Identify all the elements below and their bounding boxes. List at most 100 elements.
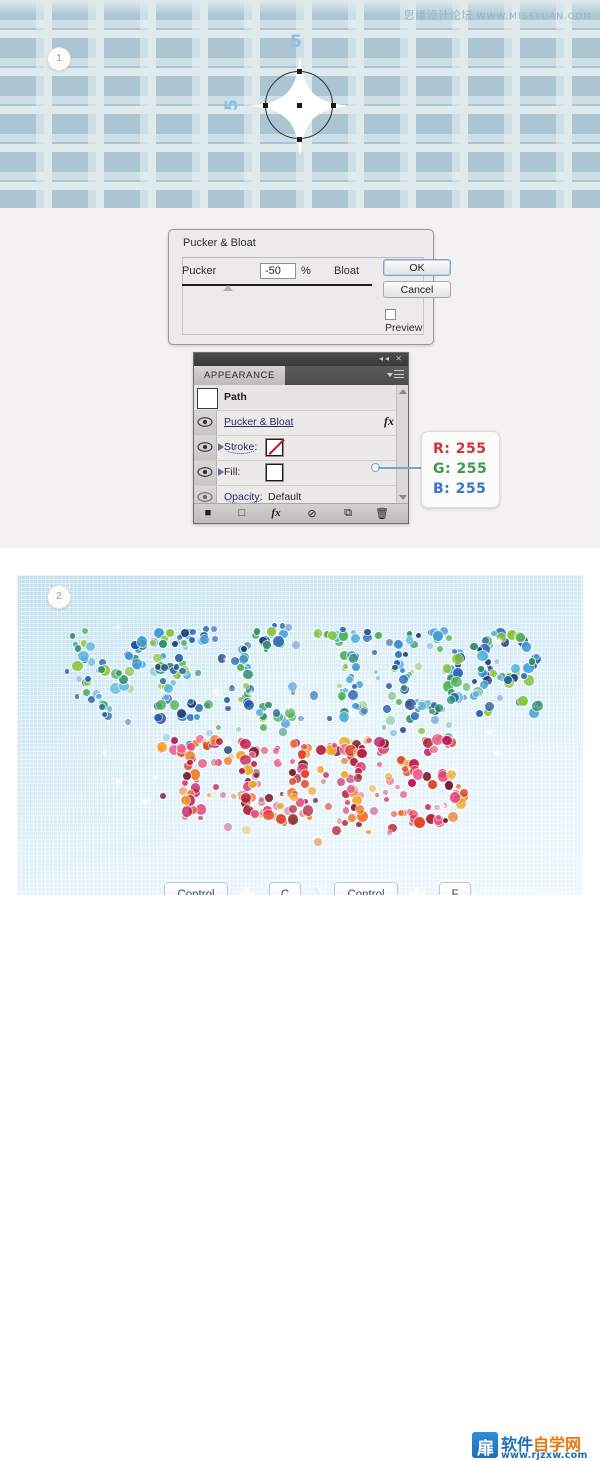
pucker-value-input[interactable]: -50 xyxy=(260,263,296,279)
anchor-point-center[interactable] xyxy=(297,103,302,108)
art-dot xyxy=(85,676,91,682)
visibility-eye-icon[interactable] xyxy=(194,411,217,435)
preview-checkbox-row[interactable]: Preview xyxy=(385,309,433,334)
art-dot xyxy=(239,655,248,664)
new-art-has-basic-appearance-icon[interactable]: ■ xyxy=(200,507,216,519)
anchor-point-top[interactable] xyxy=(297,69,302,74)
panel-scrollbar[interactable] xyxy=(396,385,408,504)
art-dot xyxy=(447,696,455,704)
tab-appearance[interactable]: APPEARANCE xyxy=(194,366,285,385)
add-new-effect-icon[interactable]: fx xyxy=(268,507,284,519)
cancel-button[interactable]: Cancel xyxy=(383,281,451,298)
art-dot-scatter xyxy=(388,692,396,700)
scroll-down-icon[interactable] xyxy=(399,495,407,500)
art-dot xyxy=(339,631,348,640)
art-dot xyxy=(164,695,169,700)
key-control-1[interactable]: Control xyxy=(164,882,228,895)
art-dot-scatter xyxy=(370,807,378,815)
art-dot-scatter xyxy=(415,663,422,670)
art-dot xyxy=(96,694,102,700)
key-control-2[interactable]: Control xyxy=(334,882,398,895)
art-dot-scatter xyxy=(203,626,209,632)
art-dot xyxy=(433,631,443,641)
art-dot-scatter xyxy=(224,697,230,703)
sparkle-icon: ✦ xyxy=(246,687,257,700)
art-dot xyxy=(263,641,271,649)
sparkle-icon: ✦ xyxy=(252,801,258,808)
appearance-row-label[interactable]: Pucker & Bloat xyxy=(224,416,293,428)
appearance-row-label[interactable]: Stroke: xyxy=(224,441,257,454)
art-dot xyxy=(356,805,365,814)
sparkle-icon: ✦ xyxy=(279,705,287,714)
key-f[interactable]: F xyxy=(439,882,471,895)
sparkle-icon: ✦ xyxy=(451,732,459,741)
art-dot-scatter xyxy=(377,762,382,767)
slider-thumb[interactable] xyxy=(223,285,233,291)
scroll-up-icon[interactable] xyxy=(399,389,407,394)
art-dot xyxy=(288,814,299,825)
appearance-row-label[interactable]: Fill: xyxy=(224,466,240,478)
panel-menu-icon[interactable] xyxy=(392,370,404,381)
art-dot-scatter xyxy=(75,694,80,699)
anchor-point-right[interactable] xyxy=(331,103,336,108)
art-dot xyxy=(375,632,382,639)
art-dot xyxy=(364,629,371,636)
art-dot xyxy=(181,640,187,646)
clear-appearance-icon[interactable]: ⊘ xyxy=(304,507,320,520)
appearance-row-pucker-bloat[interactable]: Pucker & Bloat fx xyxy=(194,411,408,436)
rgb-red-value: R: 255 xyxy=(433,441,486,457)
anchor-point-left[interactable] xyxy=(263,103,268,108)
art-dot-scatter xyxy=(400,727,406,733)
art-dot-scatter xyxy=(288,682,297,691)
art-dot xyxy=(345,800,350,805)
ok-button[interactable]: OK xyxy=(383,259,451,276)
key-c[interactable]: C xyxy=(269,882,301,895)
sparkle-icon: ✦ xyxy=(413,702,421,711)
art-dot xyxy=(448,812,458,822)
fill-color-swatch[interactable] xyxy=(266,464,283,481)
visibility-eye-icon[interactable] xyxy=(194,461,217,485)
art-dot xyxy=(432,734,443,745)
art-dot xyxy=(177,744,186,753)
art-dot-scatter xyxy=(372,650,377,655)
art-dot xyxy=(289,769,296,776)
sparkle-icon: ✦ xyxy=(100,748,109,759)
art-dot-scatter xyxy=(497,695,503,701)
appearance-row-path[interactable]: Path xyxy=(194,385,408,411)
chevron-right-icon: ❯ xyxy=(313,884,326,895)
panel-titlebar: ◂◂ ✕ xyxy=(194,353,408,366)
effect-fx-icon[interactable]: fx xyxy=(384,414,394,429)
art-dot xyxy=(82,628,88,634)
delete-item-icon[interactable]: 🗑 xyxy=(374,507,390,520)
pucker-bloat-slider[interactable] xyxy=(182,284,372,286)
art-dot xyxy=(204,700,213,709)
art-dot-scatter xyxy=(495,659,500,664)
art-dot-scatter xyxy=(386,639,393,646)
art-dot-scatter xyxy=(390,730,397,737)
art-dot xyxy=(443,818,448,823)
art-dot xyxy=(160,678,166,684)
stroke-color-swatch[interactable] xyxy=(266,439,283,456)
duplicate-item-icon[interactable]: ⧉ xyxy=(340,507,356,520)
art-dot xyxy=(485,702,494,711)
art-dot-scatter xyxy=(369,785,376,792)
art-dot xyxy=(198,759,207,768)
art-dot xyxy=(477,651,488,662)
anchor-point-bottom[interactable] xyxy=(297,137,302,142)
add-new-fill-icon[interactable]: □ xyxy=(234,507,250,519)
visibility-eye-icon[interactable] xyxy=(194,436,217,460)
art-dot-scatter xyxy=(195,670,201,676)
art-dot-scatter xyxy=(463,683,470,690)
art-dot xyxy=(190,769,200,779)
art-dot-scatter xyxy=(220,792,226,798)
sparkle-icon: ✦ xyxy=(263,717,272,728)
art-dot xyxy=(289,805,297,813)
art-dot xyxy=(166,629,173,636)
panel-window-controls[interactable]: ◂◂ ✕ xyxy=(379,354,404,363)
preview-checkbox[interactable] xyxy=(385,309,396,320)
art-dot xyxy=(413,769,423,779)
sparkle-icon: ✦ xyxy=(203,737,211,746)
plus-separator-2 xyxy=(409,887,425,895)
art-dot xyxy=(443,664,452,673)
appearance-row-stroke[interactable]: Stroke: xyxy=(194,436,408,461)
